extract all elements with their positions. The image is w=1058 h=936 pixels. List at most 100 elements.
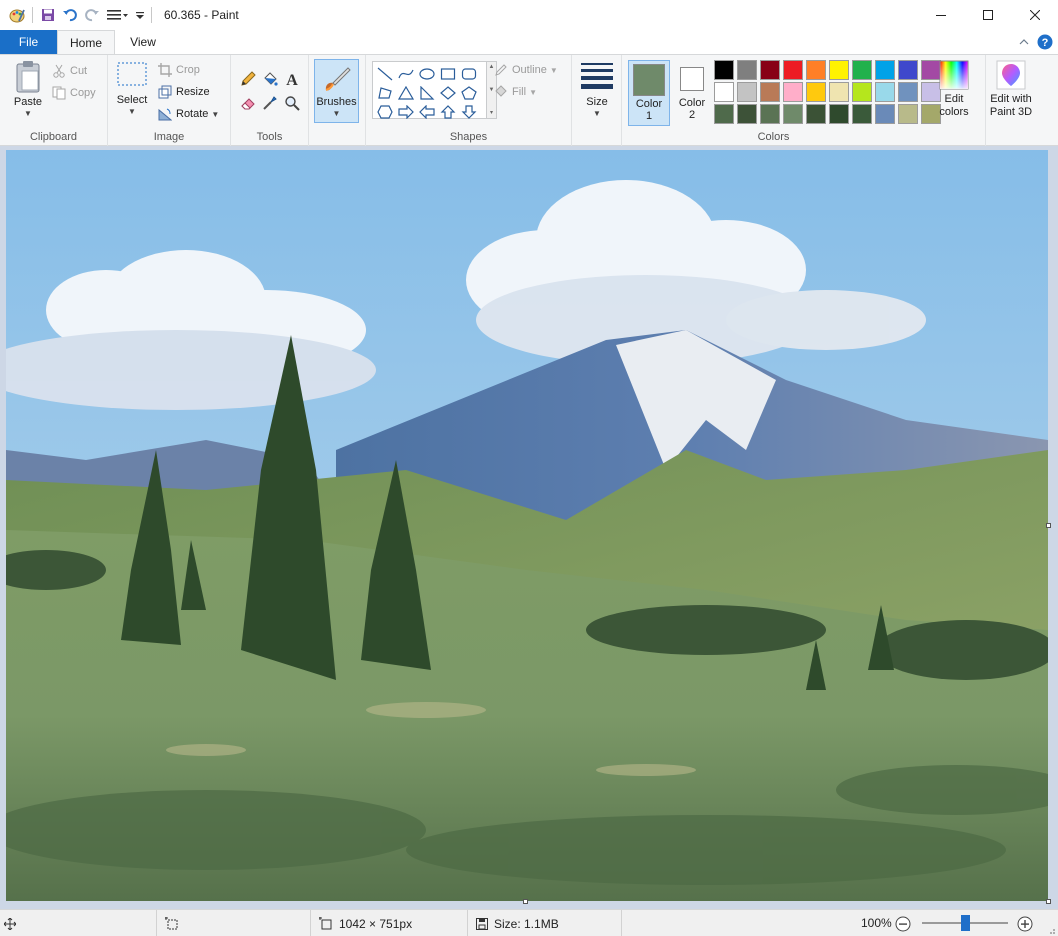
brushes-button[interactable]: Brushes ▼	[314, 59, 359, 123]
color-picker-icon[interactable]	[259, 91, 281, 115]
crop-label: Crop	[176, 64, 200, 76]
palette-swatch[interactable]	[875, 82, 895, 102]
palette-swatch[interactable]	[783, 60, 803, 80]
zoom-in-button[interactable]	[1017, 916, 1033, 935]
resize-button[interactable]: Resize	[158, 82, 210, 102]
text-icon[interactable]: A	[281, 67, 303, 91]
palette-swatch[interactable]	[829, 60, 849, 80]
up-arrow-shape-icon[interactable]	[438, 102, 458, 121]
crop-button[interactable]: Crop	[158, 60, 200, 80]
fill-icon	[494, 85, 508, 99]
palette-swatch[interactable]	[898, 104, 918, 124]
qat-dropdown-icon[interactable]	[133, 4, 147, 26]
palette-swatch[interactable]	[829, 104, 849, 124]
palette-swatch[interactable]	[875, 104, 895, 124]
diamond-shape-icon[interactable]	[438, 83, 458, 102]
resize-handle-corner[interactable]	[1046, 899, 1051, 904]
edit-with-paint3d-button[interactable]: Edit with Paint 3D	[988, 60, 1034, 119]
collapse-ribbon-icon[interactable]	[1017, 33, 1031, 51]
cut-button[interactable]: Cut	[52, 61, 87, 81]
fill-button[interactable]: Fill ▼	[494, 82, 537, 102]
palette-swatch[interactable]	[783, 104, 803, 124]
palette-swatch[interactable]	[852, 82, 872, 102]
gallery-expand-icon[interactable]: ▾	[490, 109, 493, 116]
palette-swatch[interactable]	[760, 104, 780, 124]
down-arrow-shape-icon[interactable]	[459, 102, 479, 121]
color2-button[interactable]: Color 2	[672, 60, 712, 126]
palette-swatch[interactable]	[806, 60, 826, 80]
line-shape-icon[interactable]	[375, 64, 395, 83]
group-shapes: ▲ ▼ ▾ Outline ▼ Fill ▼ Shapes	[366, 55, 572, 146]
rotate-dropdown-icon: ▼	[211, 109, 220, 119]
shapes-group-label: Shapes	[449, 131, 488, 143]
palette-swatch[interactable]	[898, 60, 918, 80]
zoom-out-button[interactable]	[895, 916, 911, 935]
window-title: 60.365 - Paint	[164, 8, 239, 22]
palette-swatch[interactable]	[737, 60, 757, 80]
eraser-icon[interactable]	[237, 91, 259, 115]
palette-swatch[interactable]	[806, 104, 826, 124]
magnifier-icon[interactable]	[281, 91, 303, 115]
palette-swatch[interactable]	[737, 104, 757, 124]
palette-swatch[interactable]	[760, 82, 780, 102]
fill-bucket-icon[interactable]	[259, 67, 281, 91]
close-button[interactable]	[1011, 0, 1058, 30]
copy-button[interactable]: Copy	[52, 83, 96, 103]
maximize-button[interactable]	[964, 0, 1011, 30]
canvas-workspace[interactable]	[0, 146, 1058, 909]
undo-icon[interactable]	[59, 4, 81, 26]
tab-file[interactable]: File	[0, 30, 57, 54]
palette-swatch[interactable]	[783, 82, 803, 102]
palette-swatch[interactable]	[737, 82, 757, 102]
tab-view[interactable]: View	[118, 30, 168, 54]
rainbow-palette-icon	[939, 60, 969, 90]
triangle-shape-icon[interactable]	[396, 83, 416, 102]
size-button[interactable]: Size ▼	[578, 62, 616, 118]
tab-home[interactable]: Home	[57, 30, 115, 55]
palette-swatch[interactable]	[714, 82, 734, 102]
resize-handle-right[interactable]	[1046, 523, 1051, 528]
curve-shape-icon[interactable]	[396, 64, 416, 83]
palette-swatch[interactable]	[760, 60, 780, 80]
rotate-button[interactable]: Rotate ▼	[158, 104, 219, 124]
resize-handle-bottom[interactable]	[523, 899, 528, 904]
palette-swatch[interactable]	[714, 60, 734, 80]
help-icon[interactable]: ?	[1036, 33, 1054, 51]
left-arrow-shape-icon[interactable]	[417, 102, 437, 121]
oval-shape-icon[interactable]	[417, 64, 437, 83]
minimize-button[interactable]	[917, 0, 964, 30]
palette-swatch[interactable]	[806, 82, 826, 102]
select-button[interactable]: Select ▼	[114, 60, 150, 116]
right-arrow-shape-icon[interactable]	[396, 102, 416, 121]
customize-toolbar-icon[interactable]	[103, 4, 133, 26]
pentagon-shape-icon[interactable]	[459, 83, 479, 102]
redo-icon[interactable]	[81, 4, 103, 26]
outline-button[interactable]: Outline ▼	[494, 60, 558, 80]
ribbon-tabs: File Home View ?	[0, 30, 1058, 55]
edit-colors-button[interactable]: Edit colors	[932, 60, 976, 119]
palette-swatch[interactable]	[714, 104, 734, 124]
window-resize-grip-icon[interactable]	[1046, 924, 1056, 934]
paint-palette-icon[interactable]	[6, 4, 28, 26]
palette-swatch[interactable]	[852, 104, 872, 124]
line-width-icon	[580, 62, 614, 90]
palette-swatch[interactable]	[829, 82, 849, 102]
rounded-rectangle-shape-icon[interactable]	[459, 64, 479, 83]
drawing-canvas[interactable]	[6, 150, 1048, 901]
right-triangle-shape-icon[interactable]	[417, 83, 437, 102]
fill-dropdown-icon: ▼	[529, 87, 537, 97]
palette-swatch[interactable]	[898, 82, 918, 102]
palette-swatch[interactable]	[875, 60, 895, 80]
resize-label: Resize	[176, 86, 210, 98]
color1-button[interactable]: Color 1	[628, 60, 670, 126]
zoom-slider-thumb[interactable]	[960, 915, 970, 931]
palette-swatch[interactable]	[852, 60, 872, 80]
save-icon[interactable]	[37, 4, 59, 26]
pencil-icon[interactable]	[237, 67, 259, 91]
paste-button[interactable]: Paste ▼	[8, 60, 48, 118]
hexagon-shape-icon[interactable]	[375, 102, 395, 121]
copy-label: Copy	[70, 87, 96, 99]
polygon-shape-icon[interactable]	[375, 83, 395, 102]
outline-label: Outline	[512, 64, 547, 76]
rectangle-shape-icon[interactable]	[438, 64, 458, 83]
